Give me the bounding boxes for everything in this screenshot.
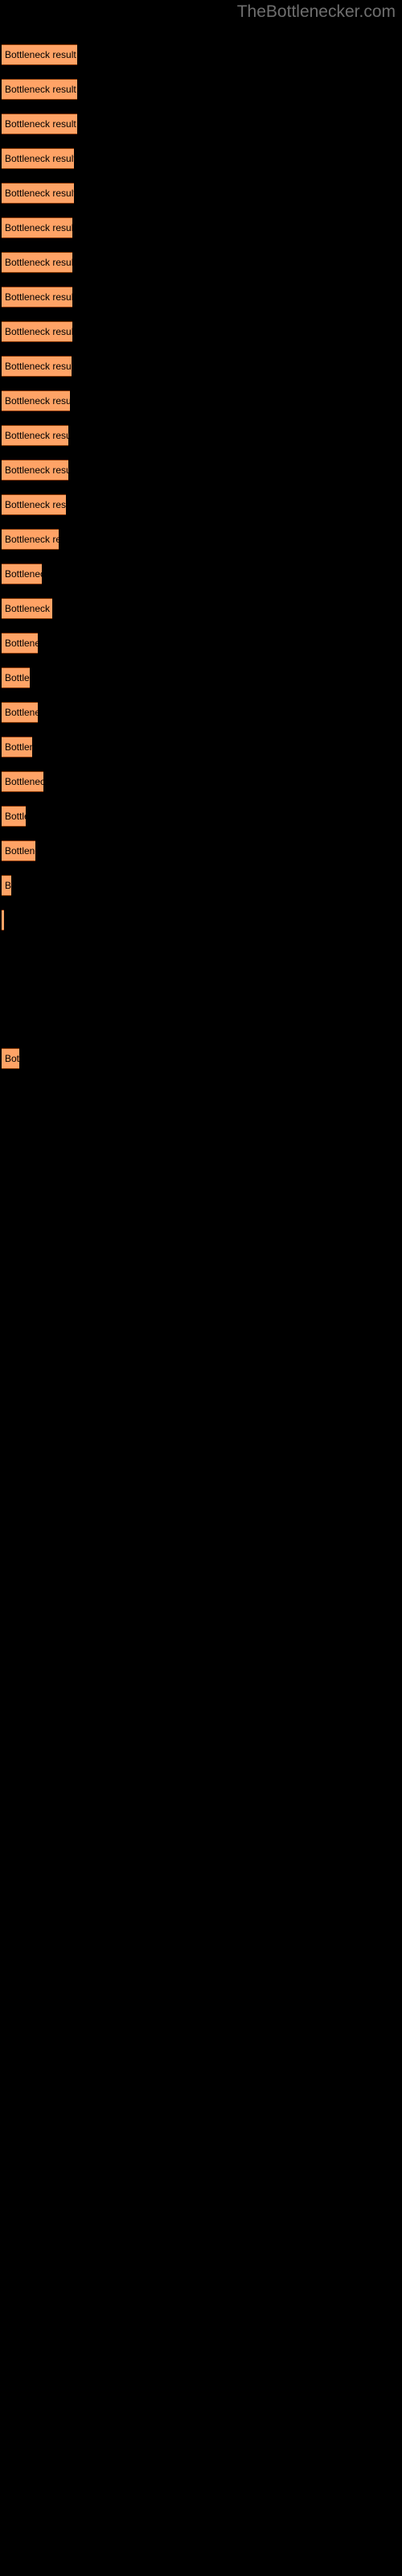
bar-label: Bottleneck result xyxy=(5,222,72,233)
bar-label: Bottleneck result xyxy=(5,291,72,303)
bar: Bottleneck result xyxy=(2,771,43,792)
bar-label: Bottleneck result xyxy=(5,638,38,649)
bar-label: Bottleneck result xyxy=(5,707,38,718)
bar-label: Bottleneck result xyxy=(5,326,72,337)
bar-label: Bottleneck result xyxy=(5,499,66,510)
bar-label: Bottleneck result xyxy=(5,741,32,753)
bar: Bottleneck result xyxy=(2,425,68,446)
bar-label: Bottleneck result xyxy=(5,49,76,60)
bar: Bottleneck result xyxy=(2,529,59,550)
bar-label: Bottleneck result xyxy=(5,880,11,891)
bar: Bottleneck result xyxy=(2,356,72,377)
bar-label: Bottleneck result xyxy=(5,395,70,407)
bar: Bottleneck result xyxy=(2,114,77,134)
bar: Bottleneck result xyxy=(2,633,38,654)
bar: Bottleneck result xyxy=(2,460,68,481)
bar-label: Bottleneck result xyxy=(5,188,74,199)
bar: Bottleneck result xyxy=(2,79,77,100)
bar: Bottleneck result xyxy=(2,667,30,688)
bar-label: Bottleneck result xyxy=(5,534,59,545)
bar-label: Bottleneck result xyxy=(5,776,43,787)
bar: Bottleneck result xyxy=(2,494,66,515)
bar-label: Bottleneck result xyxy=(5,845,35,857)
bar xyxy=(2,910,4,931)
bar: Bottleneck result xyxy=(2,598,52,619)
bar: Bottleneck result xyxy=(2,702,38,723)
bar: Bottleneck result xyxy=(2,252,72,273)
bar: Bottleneck result xyxy=(2,183,74,204)
bar-label: Bottleneck result xyxy=(5,257,72,268)
bar-label: Bottleneck result xyxy=(5,84,76,95)
bar-label: Bottleneck result xyxy=(5,811,26,822)
bar: Bottleneck result xyxy=(2,390,70,411)
bar: Bottleneck result xyxy=(2,287,72,308)
bar: Bottleneck result xyxy=(2,806,26,827)
bar-label: Bottleneck result xyxy=(5,118,76,130)
bar-label: Bottleneck result xyxy=(5,568,42,580)
bar: Bottleneck result xyxy=(2,44,77,65)
bar-label: Bottleneck result xyxy=(5,672,30,683)
bar: Bottleneck result xyxy=(2,737,32,758)
bar: Bottleneck result xyxy=(2,148,74,169)
bar: Bottleneck result xyxy=(2,840,35,861)
bar-label: Bottleneck result xyxy=(5,603,52,614)
bottleneck-chart: TheBottlenecker.com Bottleneck result Bot… xyxy=(0,0,402,2576)
bars-layer: Bottleneck result Bottleneck result Bottle… xyxy=(0,0,402,2576)
bar: Bottleneck result xyxy=(2,875,11,896)
bar-label: Bottleneck result xyxy=(5,464,68,476)
bar-label: Bottleneck result xyxy=(5,1053,19,1064)
bar: Bottleneck result xyxy=(2,1048,19,1069)
bar: Bottleneck result xyxy=(2,217,72,238)
bar: Bottleneck result xyxy=(2,321,72,342)
bar: Bottleneck result xyxy=(2,564,42,584)
bar-label: Bottleneck result xyxy=(5,361,72,372)
bar-label: Bottleneck result xyxy=(5,430,68,441)
bar-label: Bottleneck result xyxy=(5,153,74,164)
